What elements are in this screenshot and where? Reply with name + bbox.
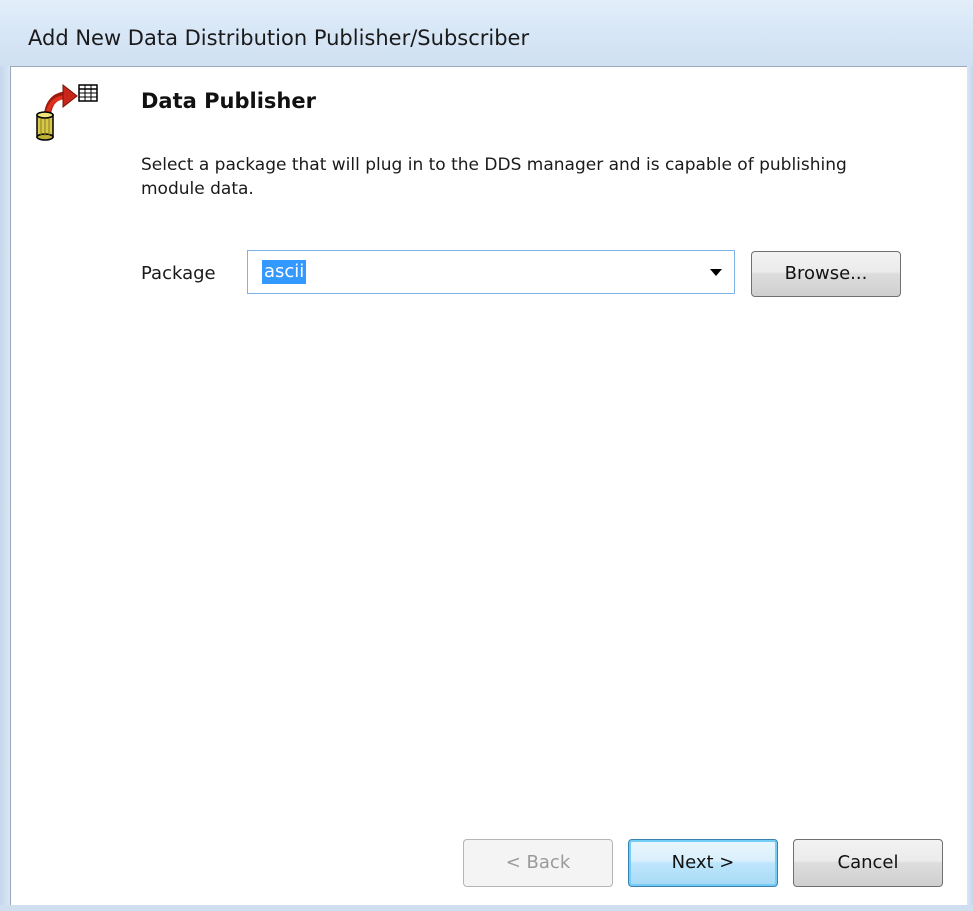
- page-description: Select a package that will plug in to th…: [141, 155, 847, 199]
- back-button[interactable]: < Back: [463, 839, 613, 887]
- page-heading: Data Publisher: [141, 89, 316, 113]
- package-value[interactable]: ascii: [262, 260, 307, 284]
- database-publish-icon: [35, 81, 99, 145]
- window-title: Add New Data Distribution Publisher/Subs…: [28, 26, 530, 50]
- wizard-page: Data Publisher Select a package that wil…: [10, 66, 967, 905]
- package-combobox[interactable]: ascii: [247, 250, 735, 294]
- chevron-down-icon[interactable]: [710, 269, 722, 276]
- dialog-window: Add New Data Distribution Publisher/Subs…: [0, 0, 973, 911]
- cancel-button[interactable]: Cancel: [793, 839, 943, 887]
- window-frame-bottom: [0, 905, 973, 911]
- package-label: Package: [141, 263, 216, 284]
- window-frame-right: [967, 66, 973, 911]
- next-button[interactable]: Next >: [628, 839, 778, 887]
- browse-button[interactable]: Browse...: [751, 251, 901, 297]
- window-frame-left: [0, 66, 10, 911]
- title-bar[interactable]: Add New Data Distribution Publisher/Subs…: [0, 0, 973, 66]
